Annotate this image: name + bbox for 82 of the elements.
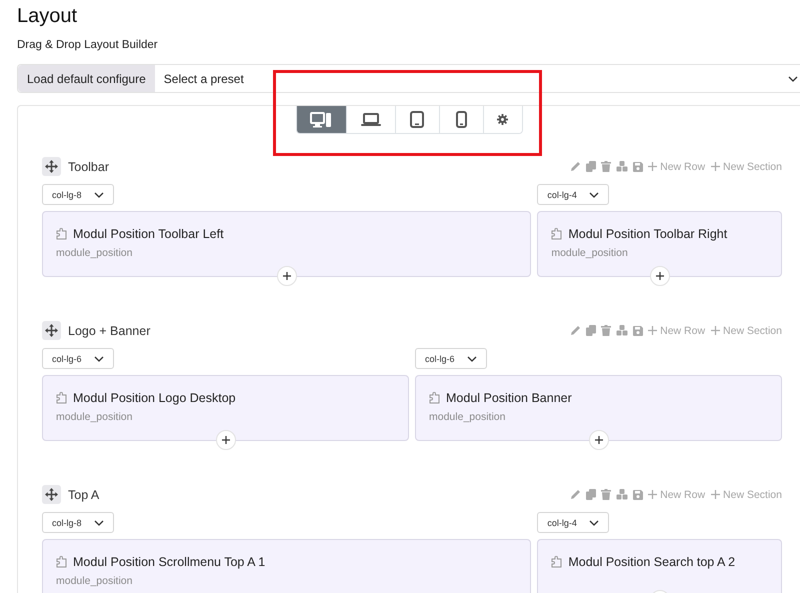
cubes-icon[interactable] [616,161,628,172]
module-title: Modul Position Logo Desktop [73,390,236,407]
column-size-select[interactable]: col-lg-8 [42,512,114,533]
column-size-value: col-lg-6 [52,354,82,364]
chevron-down-icon [588,192,599,198]
plus-icon [656,272,664,280]
plus-icon [648,490,658,499]
cubes-icon[interactable] [616,489,628,500]
module-type: module_position [551,247,629,259]
column-size-select[interactable]: col-lg-6 [42,348,114,369]
chevron-down-icon [588,520,599,526]
section-title: Top A [68,488,100,502]
column-size-value: col-lg-8 [52,190,82,200]
trash-icon[interactable] [601,489,612,500]
module-title: Modul Position Scrollmenu Top A 1 [73,554,266,571]
move-icon [45,160,58,173]
pencil-icon[interactable] [570,489,582,500]
add-button[interactable] [216,430,236,450]
plus-icon [711,490,720,499]
module-type: module_position [56,247,134,259]
save-icon[interactable] [633,162,644,172]
puzzle-icon [551,556,562,568]
chevron-down-icon [94,520,104,526]
trash-icon[interactable] [601,325,612,336]
drag-handle[interactable] [42,321,61,340]
page-subtitle: Drag & Drop Layout Builder [17,39,159,51]
column-size-select[interactable]: col-lg-4 [537,512,609,533]
puzzle-icon [429,392,440,404]
puzzle-icon [56,556,67,568]
add-button[interactable] [588,430,608,450]
section-title: Toolbar [68,160,109,174]
module-type: module_position [429,411,506,423]
move-icon [45,488,58,501]
chevron-down-icon [94,356,104,362]
module-title: Modul Position Toolbar Left [73,226,224,243]
settings-icon [497,114,508,125]
phone-icon [456,111,466,128]
plus-icon [711,162,720,171]
laptop-icon [360,112,380,126]
device-tab[interactable] [482,106,522,133]
chevron-down-icon [94,192,104,198]
section-title: Logo + Banner [68,324,150,338]
plus-icon [648,326,658,335]
pencil-icon[interactable] [570,325,582,336]
save-icon[interactable] [633,490,644,500]
move-icon [45,324,58,337]
add-button[interactable] [650,266,670,286]
column-size-select[interactable]: col-lg-4 [537,184,609,205]
module-title: Modul Position Search top A 2 [568,554,736,571]
column-size-value: col-lg-6 [425,354,455,364]
column-size-select[interactable]: col-lg-6 [415,348,487,369]
plus-icon [711,326,720,335]
desktop-icon [310,112,332,128]
trash-icon[interactable] [601,161,612,172]
column-size-value: col-lg-4 [547,518,577,528]
puzzle-icon [56,228,67,240]
module-title: Modul Position Toolbar Right [568,226,728,243]
column-size-value: col-lg-4 [547,190,577,200]
cubes-icon[interactable] [616,325,628,336]
module-type: module_position [56,411,134,423]
drag-handle[interactable] [42,157,61,176]
tablet-icon [410,111,424,128]
copy-icon[interactable] [586,161,596,172]
copy-icon[interactable] [586,489,596,500]
save-icon[interactable] [633,326,644,336]
pencil-icon[interactable] [570,161,582,172]
module-title: Modul Position Banner [446,390,572,407]
plus-icon [282,272,291,280]
plus-icon [648,162,658,171]
plus-icon [594,436,602,444]
page-title: Layout [17,4,78,28]
puzzle-icon [56,392,67,404]
device-tab[interactable] [296,106,346,133]
puzzle-icon [551,228,562,240]
drag-handle[interactable] [42,485,61,504]
chevron-down-icon [466,356,477,362]
copy-icon[interactable] [586,325,596,336]
module-type: module_position [56,575,134,587]
add-button[interactable] [276,266,297,286]
plus-icon [222,436,230,444]
column-size-value: col-lg-8 [52,518,82,528]
column-size-select[interactable]: col-lg-8 [42,184,114,205]
